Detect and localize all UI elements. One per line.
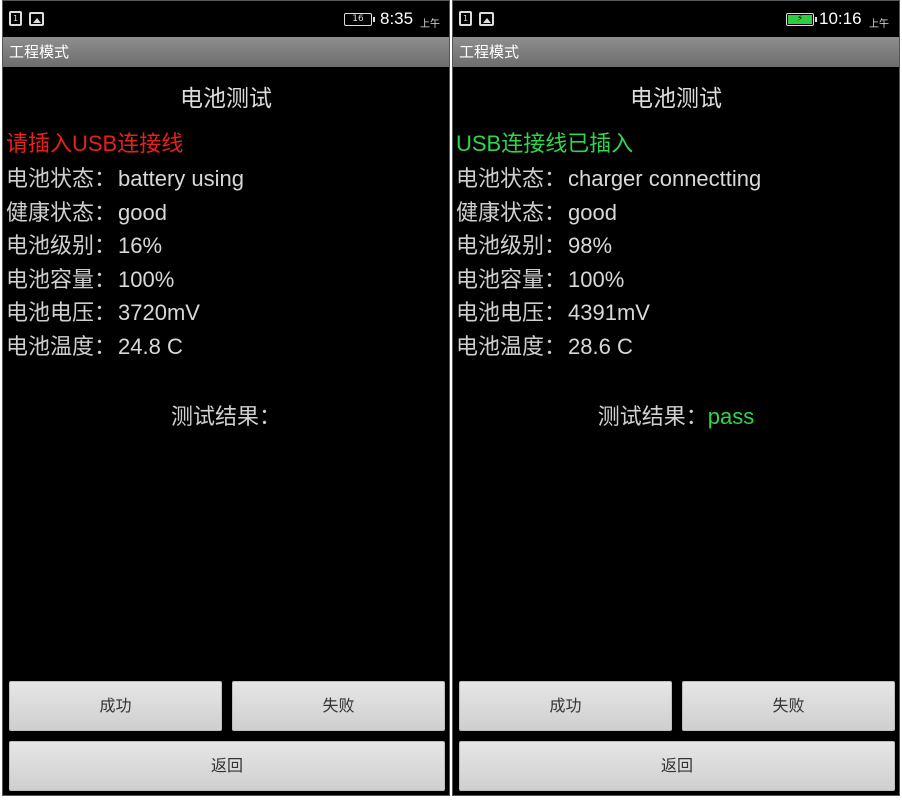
app-bar-title: 工程模式 <box>453 37 899 67</box>
health-status-row: 健康状态：good <box>456 195 617 227</box>
status-bar: 1 ⚡ 10:16 上午 <box>453 1 899 37</box>
fail-button[interactable]: 失败 <box>232 681 445 731</box>
row-label: 电池级别： <box>456 233 567 258</box>
battery-level-row: 电池级别：16% <box>6 228 162 260</box>
battery-level-row: 电池级别：98% <box>456 228 612 260</box>
phone-screen-left: 1 16 8:35 上午 工程模式 电池测试 请插入USB连接线 电池状态：ba… <box>2 0 450 796</box>
am-pm-label: 上午 <box>869 19 889 30</box>
row-label: 电池容量： <box>456 267 567 292</box>
row-label: 电池电压： <box>6 300 117 325</box>
test-result-label: 测试结果： <box>170 404 281 429</box>
usb-status: 请插入USB连接线 <box>6 131 184 156</box>
row-label: 电池状态： <box>456 166 567 191</box>
battery-voltage-row: 电池电压：4391mV <box>456 295 650 327</box>
phone-screen-right: 1 ⚡ 10:16 上午 工程模式 电池测试 USB连接线已插入 电池状态：ch… <box>452 0 900 796</box>
success-button[interactable]: 成功 <box>9 681 222 731</box>
row-label: 电池电压： <box>456 300 567 325</box>
screen-title: 电池测试 <box>180 86 272 112</box>
image-icon <box>479 12 494 26</box>
battery-status-row: 电池状态：charger connectting <box>456 161 761 193</box>
row-label: 健康状态： <box>456 200 567 225</box>
back-button[interactable]: 返回 <box>459 741 895 791</box>
row-value: good <box>118 200 167 225</box>
clock: 8:35 <box>380 9 414 28</box>
row-label: 电池容量： <box>6 267 117 292</box>
row-label: 电池温度： <box>6 334 117 359</box>
battery-capacity-row: 电池容量：100% <box>6 262 174 294</box>
battery-voltage-row: 电池电压：3720mV <box>6 295 200 327</box>
row-label: 电池级别： <box>6 233 117 258</box>
battery-status-row: 电池状态：battery using <box>6 161 244 193</box>
row-label: 电池温度： <box>456 334 567 359</box>
status-bar: 1 16 8:35 上午 <box>3 1 449 37</box>
usb-status: USB连接线已插入 <box>456 131 634 156</box>
battery-temperature-row: 电池温度：28.6 C <box>456 329 633 361</box>
app-bar-title: 工程模式 <box>3 37 449 67</box>
row-label: 健康状态： <box>6 200 117 225</box>
row-value: 100% <box>568 267 625 292</box>
test-result: 测试结果：pass <box>453 399 899 431</box>
row-value: 16% <box>118 233 163 258</box>
row-value: 24.8 C <box>118 334 183 359</box>
row-value: 100% <box>118 267 175 292</box>
test-result: 测试结果： <box>3 399 449 431</box>
battery-icon: 16 <box>344 13 375 26</box>
test-result-value: pass <box>707 404 755 429</box>
battery-temperature-row: 电池温度：24.8 C <box>6 329 183 361</box>
battery-capacity-row: 电池容量：100% <box>456 262 624 294</box>
row-value: charger connectting <box>568 166 762 191</box>
screen-title: 电池测试 <box>630 86 722 112</box>
image-icon <box>29 12 44 26</box>
sd-card-icon: 1 <box>9 11 22 26</box>
clock: 10:16 <box>819 9 862 28</box>
health-status-row: 健康状态：good <box>6 195 167 227</box>
row-label: 电池状态： <box>6 166 117 191</box>
row-value: battery using <box>118 166 244 191</box>
sd-card-icon: 1 <box>459 11 472 26</box>
row-value: 3720mV <box>118 300 200 325</box>
fail-button[interactable]: 失败 <box>682 681 895 731</box>
row-value: 28.6 C <box>568 334 633 359</box>
am-pm-label: 上午 <box>420 19 440 30</box>
row-value: good <box>568 200 617 225</box>
back-button[interactable]: 返回 <box>9 741 445 791</box>
row-value: 4391mV <box>568 300 650 325</box>
test-result-label: 测试结果： <box>597 404 708 429</box>
battery-charging-icon: ⚡ <box>786 13 817 26</box>
success-button[interactable]: 成功 <box>459 681 672 731</box>
row-value: 98% <box>568 233 613 258</box>
